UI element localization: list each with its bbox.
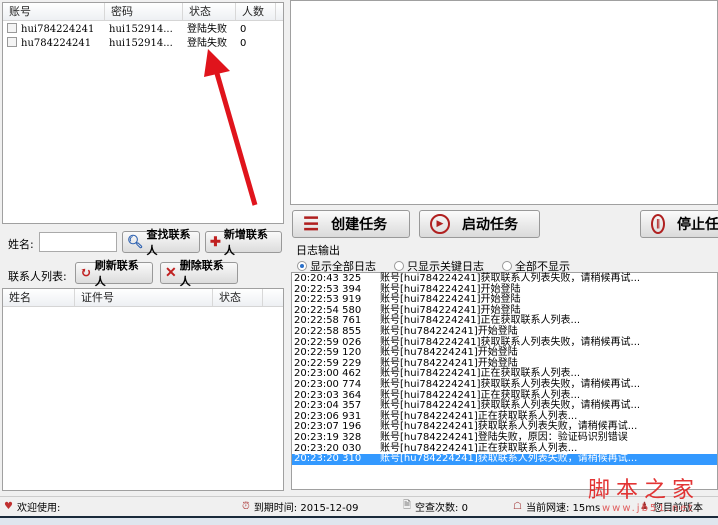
account-checkbox[interactable]	[7, 23, 17, 33]
col-account[interactable]: 账号	[3, 3, 105, 20]
delete-contact-button[interactable]: ✕ 删除联系人	[160, 259, 238, 288]
log-output[interactable]: 20:20:43 325 账号[hui784224241]获取联系人列表失败，请稍…	[291, 272, 718, 490]
radio-icon	[394, 261, 404, 271]
log-title: 日志输出	[296, 244, 340, 257]
stop-task-button[interactable]: ‖ 停止任	[640, 210, 718, 238]
search-icon: 🔍︎	[127, 234, 144, 250]
col-id[interactable]: 证件号	[75, 289, 213, 306]
log-message: 账号[hu784224241]获取联系人列表失败，请稍候再试...	[380, 453, 638, 465]
find-contact-button[interactable]: 🔍︎ 查找联系人	[122, 228, 200, 257]
watermark: 脚本之家	[588, 478, 701, 503]
col-contact-status[interactable]: 状态	[213, 289, 263, 306]
pause-icon: ‖	[651, 214, 665, 234]
contact-list-label: 联系人列表:	[8, 270, 67, 283]
log-message: 账号[hu784224241]登陆失败，原因：验证码识别错误	[380, 431, 628, 443]
radio-icon	[502, 261, 512, 271]
col-status[interactable]: 状态	[183, 3, 236, 20]
add-user-icon: ✚	[210, 234, 221, 250]
log-entry[interactable]: 20:23:19 328 账号[hu784224241]登陆失败，原因：验证码识别…	[292, 431, 717, 444]
bottom-strip	[0, 516, 718, 525]
log-message: 账号[hu784224241]开始登陆	[380, 325, 518, 337]
task-list-icon: ☰	[303, 213, 320, 235]
col-count[interactable]: 人数	[236, 3, 276, 20]
alarm-icon: ⏰︎	[242, 501, 250, 512]
start-task-button[interactable]: ▶ 启动任务	[419, 210, 540, 238]
empty-checks-text: 空查次数: 0	[415, 503, 468, 514]
radio-icon	[297, 261, 307, 271]
expire-text: 到期时间: 2015-12-09	[253, 503, 359, 514]
welcome-text: 欢迎使用:	[16, 503, 61, 514]
heart-icon: ♥	[4, 501, 13, 512]
refresh-contacts-button[interactable]: ↻ 刷新联系人	[75, 259, 153, 288]
account-cell: 登陆失败	[187, 24, 227, 35]
col-name[interactable]: 姓名	[3, 289, 75, 306]
log-time: 20:20:43 325	[294, 273, 362, 284]
delete-icon: ✕	[165, 265, 177, 281]
log-entry[interactable]: 20:20:43 325 账号[hui784224241]获取联系人列表失败，请稍…	[292, 273, 717, 285]
account-cell: hui152914...	[109, 24, 173, 35]
log-time: 20:23:00 774	[294, 378, 362, 390]
refresh-icon: ↻	[80, 265, 92, 281]
red-arrow-annotation	[204, 49, 258, 206]
log-message: 账号[hui784224241]获取联系人列表失败，请稍候再试...	[380, 273, 641, 284]
task-grid	[290, 0, 718, 205]
log-entry[interactable]: 20:23:20 310 账号[hu784224241]获取联系人列表失败，请稍候…	[292, 453, 717, 465]
log-time: 20:23:20 310	[294, 453, 362, 465]
network-icon: ☖	[513, 501, 522, 512]
play-icon: ▶	[430, 214, 450, 234]
log-entry[interactable]: 20:23:00 774 账号[hui784224241]获取联系人列表失败，请稍…	[292, 378, 717, 391]
col-password[interactable]: 密码	[105, 3, 183, 20]
account-checkbox[interactable]	[7, 37, 17, 47]
account-cell: 0	[240, 24, 247, 35]
contacts-table: 姓名 证件号 状态	[2, 288, 284, 491]
log-time: 20:23:19 328	[294, 431, 362, 443]
log-time: 20:22:58 855	[294, 325, 362, 337]
log-entry[interactable]: 20:22:58 855 账号[hu784224241]开始登陆	[292, 325, 717, 338]
account-cell: hui152914...	[109, 38, 173, 49]
name-label: 姓名:	[8, 238, 34, 251]
watermark-url: www.jb51.net	[602, 503, 695, 514]
accounts-table-header: 账号 密码 状态 人数	[3, 3, 283, 21]
log-message: 账号[hui784224241]获取联系人列表失败，请稍候再试...	[380, 378, 641, 390]
document-icon: 🗎	[403, 500, 412, 511]
add-contact-button[interactable]: ✚ 新增联系人	[205, 228, 282, 257]
create-task-button[interactable]: ☰ 创建任务	[292, 210, 410, 238]
name-input[interactable]	[39, 232, 117, 252]
account-cell: hui784224241	[21, 24, 95, 35]
account-cell: hu784224241	[21, 38, 92, 49]
account-row[interactable]: hui784224241 hui152914... 登陆失败 0	[3, 23, 283, 37]
